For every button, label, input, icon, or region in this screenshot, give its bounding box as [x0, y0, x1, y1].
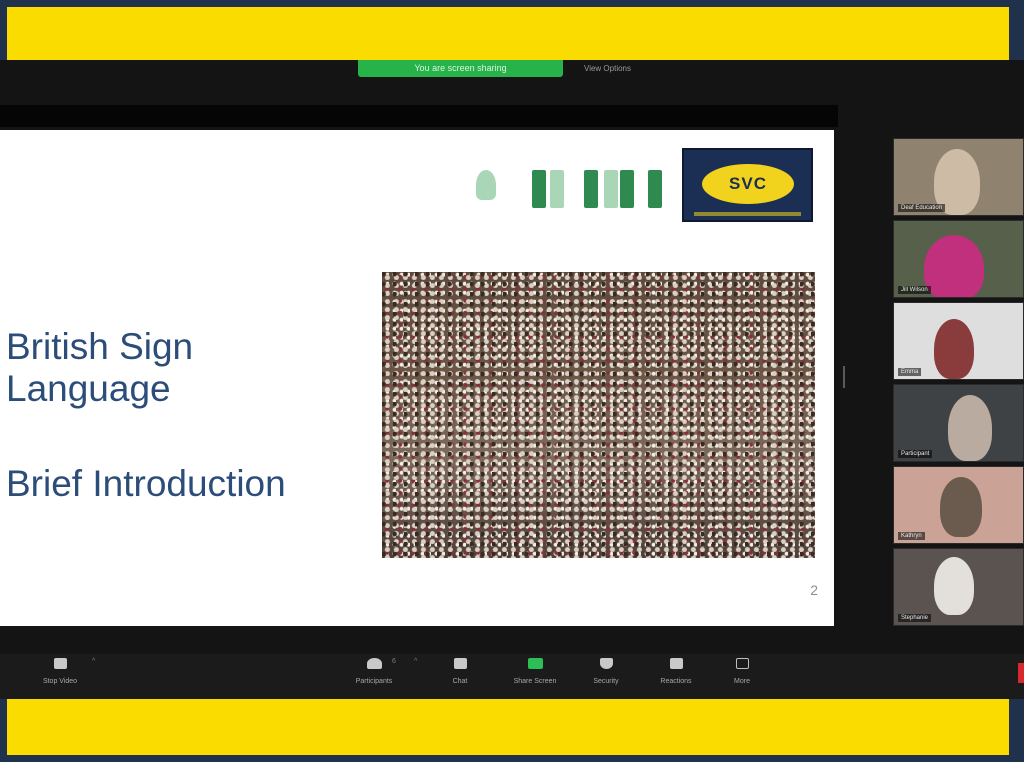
zoom-meeting-window: You are screen sharing View Options SVC …: [0, 60, 1024, 699]
participant-name: Participant: [898, 450, 933, 458]
participant-tile[interactable]: Emma: [893, 302, 1024, 380]
logo-bar-icon: [648, 170, 662, 208]
participant-tile[interactable]: Deaf Education: [893, 138, 1024, 216]
crowd-photo: [382, 272, 815, 558]
bottom-banner: [7, 699, 1009, 755]
participants-options-caret[interactable]: ^: [414, 658, 417, 665]
participant-video: [924, 235, 984, 297]
participant-name: Kathryn: [898, 532, 925, 540]
stop-video-button[interactable]: Stop Video: [30, 658, 90, 685]
video-camera-icon: [53, 658, 67, 669]
slide-title: British Sign Language: [6, 326, 194, 409]
participant-tile[interactable]: Participant: [893, 384, 1024, 462]
shared-slide: SVC British Sign Language Brief Introduc…: [0, 130, 834, 626]
shield-icon: [599, 658, 613, 669]
participant-video: [940, 477, 982, 537]
participants-icon: [366, 658, 382, 669]
svc-logo-text: SVC: [729, 174, 767, 193]
reactions-icon: [669, 658, 683, 669]
participant-name: Emma: [898, 368, 922, 376]
svc-logo-strap: [694, 212, 801, 216]
participant-video: [934, 557, 974, 615]
logo-bar-icon: [532, 170, 546, 208]
participant-gallery: Deaf Education Jill Wilson Emma Particip…: [893, 138, 1024, 638]
reactions-label: Reactions: [660, 678, 692, 685]
participant-tile[interactable]: Jill Wilson: [893, 220, 1024, 298]
share-screen-icon: [527, 658, 543, 669]
reactions-button[interactable]: Reactions: [646, 658, 706, 685]
logo-hand-icon: [476, 170, 496, 200]
security-button[interactable]: Security: [576, 658, 636, 685]
participant-video: [948, 395, 992, 461]
logo-bar-icon: [584, 170, 598, 208]
top-banner: [7, 7, 1009, 60]
chat-label: Chat: [452, 678, 468, 685]
participant-name: Stephanie: [898, 614, 932, 622]
slide-page-number: 2: [810, 582, 818, 598]
chat-icon: [453, 658, 467, 669]
participant-name: Deaf Education: [898, 204, 946, 212]
more-button[interactable]: More: [712, 658, 772, 685]
participant-tile[interactable]: Stephanie: [893, 548, 1024, 626]
view-options-button[interactable]: View Options: [584, 64, 631, 73]
meeting-toolbar: Stop Video ^ Participants 6 ^ Chat Share…: [0, 654, 1024, 699]
stop-video-label: Stop Video: [42, 678, 78, 685]
screen-share-bar[interactable]: You are screen sharing: [358, 60, 563, 77]
slide-top-band: [0, 105, 838, 127]
more-icon: [735, 658, 749, 669]
more-label: More: [734, 678, 750, 685]
end-meeting-button[interactable]: [1018, 663, 1024, 683]
chat-button[interactable]: Chat: [430, 658, 490, 685]
participant-count: 6: [392, 658, 396, 665]
gallery-resize-handle[interactable]: [843, 366, 845, 388]
logo-bar-icon: [620, 170, 634, 208]
video-options-caret[interactable]: ^: [92, 658, 95, 665]
share-screen-label: Share Screen: [513, 678, 557, 685]
security-label: Security: [593, 678, 619, 685]
participant-name: Jill Wilson: [898, 286, 931, 294]
participants-label: Participants: [355, 678, 393, 685]
participant-video: [934, 319, 974, 379]
slide-subtitle: Brief Introduction: [6, 463, 286, 504]
sign-language-logo: [470, 162, 670, 214]
share-bar-label: You are screen sharing: [414, 63, 507, 73]
svc-logo: SVC: [682, 148, 813, 222]
svc-logo-oval: SVC: [702, 164, 794, 204]
logo-bar-icon: [550, 170, 564, 208]
share-screen-button[interactable]: Share Screen: [505, 658, 565, 685]
logo-bar-icon: [604, 170, 618, 208]
participant-tile[interactable]: Kathryn: [893, 466, 1024, 544]
